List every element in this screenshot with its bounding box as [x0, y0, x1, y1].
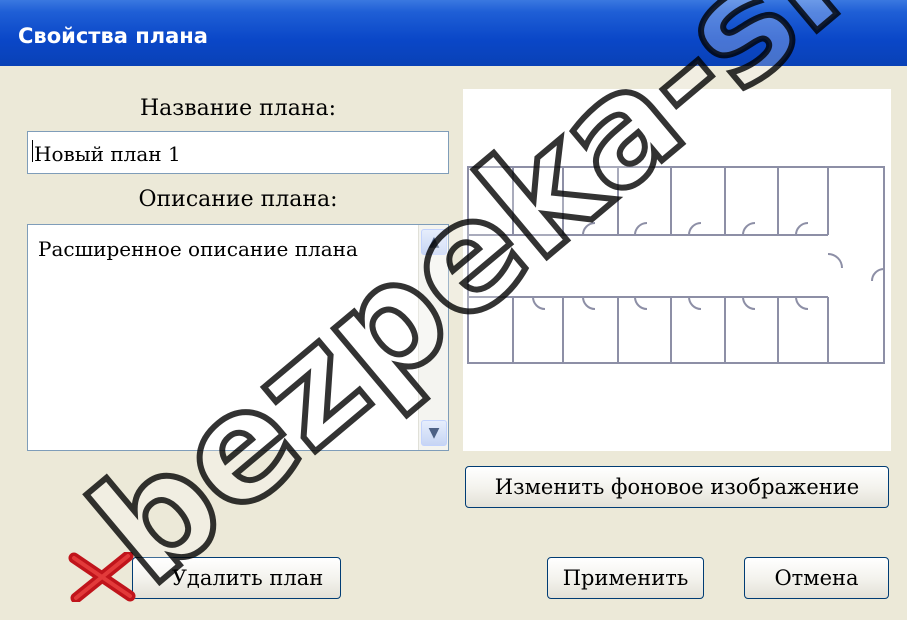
- title-bar[interactable]: Свойства плана: [0, 0, 907, 66]
- red-x-icon: [68, 552, 136, 602]
- plan-name-input[interactable]: Новый план 1: [27, 131, 449, 174]
- chevron-up-icon[interactable]: ▲: [421, 229, 447, 255]
- plan-description-textarea[interactable]: Расширенное описание плана ▲ ▼: [27, 224, 449, 451]
- text-caret: [32, 140, 33, 162]
- plan-preview-image: [463, 89, 891, 451]
- change-background-button[interactable]: Изменить фоновое изображение: [465, 466, 889, 508]
- delete-plan-label: Удалить план: [171, 566, 324, 590]
- description-scrollbar[interactable]: ▲ ▼: [418, 225, 448, 450]
- floor-plan-drawing: [467, 166, 885, 364]
- plan-name-value: Новый план 1: [34, 142, 181, 166]
- cancel-button[interactable]: Отмена: [744, 557, 889, 599]
- window-title: Свойства плана: [18, 24, 208, 48]
- apply-button[interactable]: Применить: [547, 557, 704, 599]
- chevron-down-icon[interactable]: ▼: [421, 420, 447, 446]
- plan-name-label: Название плана:: [139, 96, 337, 121]
- plan-description-value: Расширенное описание плана: [38, 237, 358, 261]
- plan-description-label: Описание плана:: [138, 187, 338, 212]
- delete-plan-button[interactable]: Удалить план: [132, 557, 341, 599]
